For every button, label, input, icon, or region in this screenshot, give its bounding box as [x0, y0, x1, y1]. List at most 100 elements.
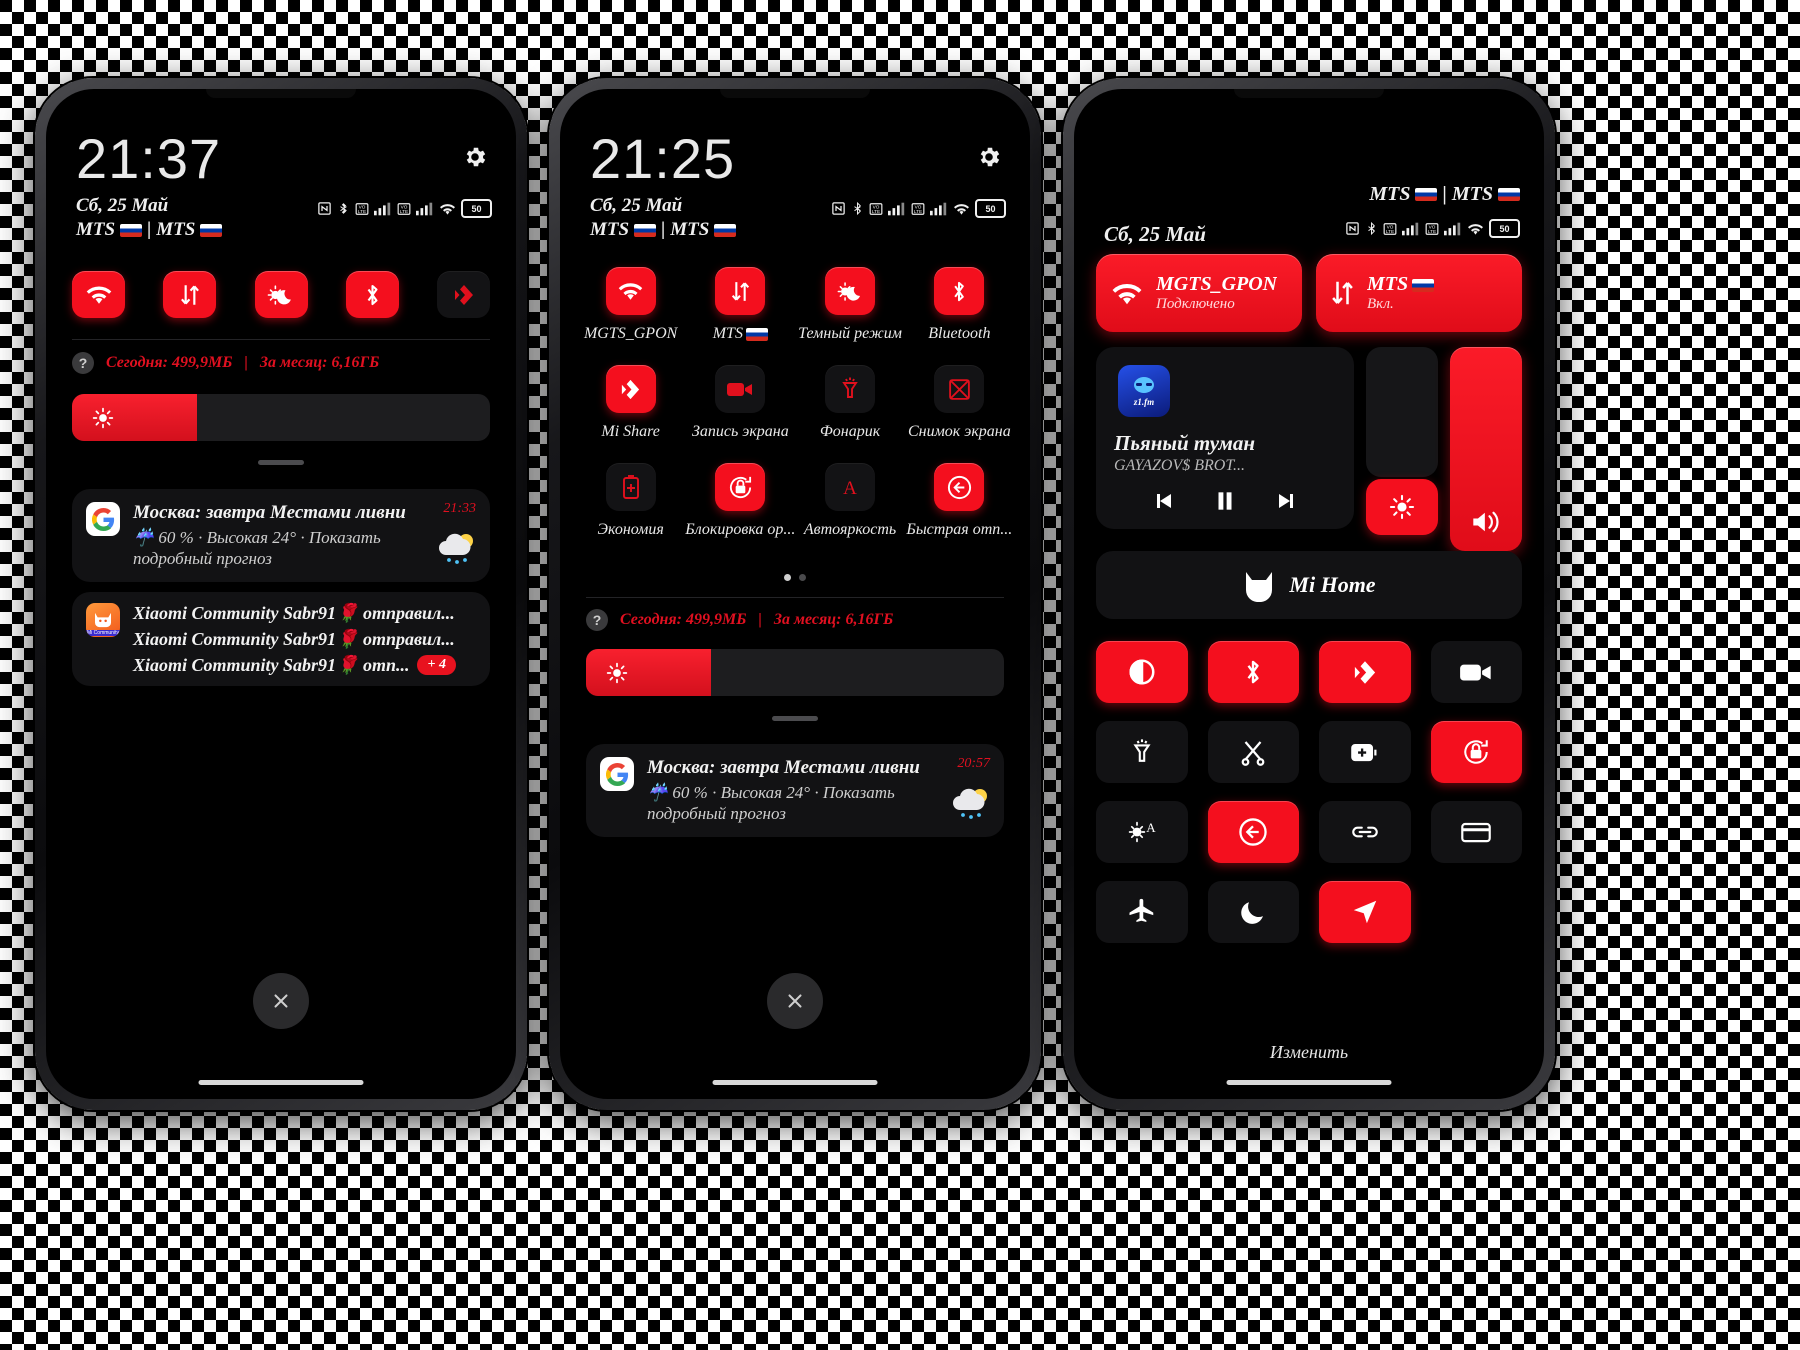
- tile-mobile-data[interactable]: [715, 267, 766, 315]
- grid-tile-mi-share[interactable]: [1319, 641, 1411, 703]
- phone-1-notification-shade: 21:37 Сб, 25 Май MTS | MTS VOLTE VOLTE: [35, 78, 527, 1110]
- grid-tile-airplane-mode[interactable]: [1096, 881, 1188, 943]
- close-icon: [274, 994, 288, 1008]
- mi-home-banner[interactable]: Mi Home: [1096, 551, 1522, 619]
- notification-google-weather[interactable]: Москва: завтра Местами ливни ☔ 60 % · Вы…: [586, 744, 1004, 838]
- quick-tile-mi-share[interactable]: [437, 271, 490, 318]
- page-dot-2[interactable]: [799, 574, 806, 581]
- tile-cell-battery-saver[interactable]: Экономия: [576, 463, 685, 539]
- tile-screen-record[interactable]: [715, 365, 766, 413]
- tile-flashlight[interactable]: [825, 365, 876, 413]
- tile-auto-brightness[interactable]: A: [825, 463, 876, 511]
- tile-cell-mi-share[interactable]: Mi Share: [576, 365, 685, 441]
- flag-ru-icon: [1498, 188, 1520, 201]
- tile-cell-screenshot[interactable]: Снимок экрана: [905, 365, 1014, 441]
- tile-cell-dark-mode[interactable]: Темный режим: [795, 267, 904, 343]
- volte-sim1-icon: VOLTE: [355, 202, 369, 215]
- grid-tile-cast-link[interactable]: [1319, 801, 1411, 863]
- grid-tile-rotation-lock[interactable]: [1430, 721, 1522, 783]
- date-label: Сб, 25 Май: [590, 195, 683, 216]
- tile-cell-mobile-data[interactable]: MTS: [685, 267, 795, 343]
- grid-tile-screenshot[interactable]: [1207, 721, 1299, 783]
- notification-lines: Xiaomi Community Sabr91🌹 отправил... Xia…: [133, 603, 476, 676]
- grid-tile-dark-mode[interactable]: [1096, 641, 1188, 703]
- clear-all-notifications-button[interactable]: [253, 973, 309, 1029]
- mi-share-icon: [1354, 660, 1375, 684]
- phone-3-screen: MTS | MTS Сб, 25 Май VO LTE VO LTE 50 MG…: [1074, 89, 1544, 1099]
- settings-gear-button[interactable]: [462, 144, 488, 175]
- wifi-status-icon: [440, 203, 455, 215]
- bluetooth-icon: [854, 201, 861, 216]
- volume-slider[interactable]: [1450, 347, 1522, 551]
- grid-tile-battery-saver[interactable]: [1319, 721, 1411, 783]
- media-player-card[interactable]: z1.fm Пьяный туман GAYAZOV$ BROT...: [1096, 347, 1354, 529]
- battery-indicator: 50: [461, 199, 492, 218]
- close-icon: [788, 994, 802, 1008]
- tile-cell-quick-reply[interactable]: Быстрая отп...: [905, 463, 1014, 539]
- tile-battery-saver[interactable]: [605, 463, 656, 511]
- tile-quick-reply[interactable]: [934, 463, 985, 511]
- brightness-slider-track[interactable]: [1366, 347, 1438, 477]
- grid-tile-auto-brightness[interactable]: A: [1096, 801, 1188, 863]
- quick-tile-dark-mode[interactable]: [254, 271, 308, 318]
- page-dot-1[interactable]: [784, 574, 791, 581]
- carrier-2-label: MTS: [156, 219, 196, 240]
- tile-rotation-lock[interactable]: [715, 463, 766, 511]
- shade-grabber[interactable]: [258, 460, 304, 465]
- clear-all-notifications-button[interactable]: [767, 973, 823, 1029]
- big-tile-mobile-data[interactable]: MTS Вкл.: [1316, 254, 1522, 332]
- previous-track-button[interactable]: [1150, 489, 1176, 513]
- help-icon[interactable]: ?: [586, 609, 608, 631]
- grid-tile-do-not-disturb[interactable]: [1207, 881, 1299, 943]
- carrier-labels: MTS | MTS: [590, 219, 737, 241]
- settings-gear-button[interactable]: [976, 144, 1002, 175]
- battery-indicator: 50: [975, 199, 1006, 218]
- tile-bluetooth[interactable]: [934, 267, 985, 315]
- big-tile-text: MTS Вкл.: [1367, 273, 1435, 313]
- grid-tile-bluetooth[interactable]: [1207, 641, 1299, 703]
- scissors-screenshot-icon: [1241, 741, 1265, 766]
- big-tile-text: MGTS_GPON Подключено: [1156, 273, 1277, 313]
- notification-xiaomi-community[interactable]: Mi Community Xiaomi Community Sabr91🌹 от…: [72, 592, 490, 687]
- notification-title: Москва: завтра Местами ливни: [133, 502, 406, 523]
- edit-row[interactable]: Изменить: [1074, 1042, 1544, 1063]
- tile-wifi[interactable]: [605, 267, 656, 315]
- data-usage-row[interactable]: ? Сегодня: 499,9МБ | За месяц: 6,16ГБ: [586, 609, 893, 631]
- pause-button[interactable]: [1212, 487, 1238, 515]
- grid-tile-location[interactable]: [1319, 881, 1411, 943]
- grid-tile-wallet[interactable]: [1430, 801, 1522, 863]
- brightness-slider-thumb[interactable]: [1366, 479, 1438, 535]
- big-tile-wifi[interactable]: MGTS_GPON Подключено: [1096, 254, 1302, 332]
- tile-screenshot[interactable]: [934, 365, 985, 413]
- tile-cell-flashlight[interactable]: Фонарик: [795, 365, 904, 441]
- quick-reply-icon: [1239, 818, 1267, 846]
- carrier-divider: |: [1442, 183, 1447, 205]
- grid-tile-flashlight[interactable]: [1096, 721, 1188, 783]
- tile-cell-rotation-lock[interactable]: Блокировка ор...: [685, 463, 795, 539]
- brightness-slider[interactable]: [586, 649, 1004, 696]
- next-track-button[interactable]: [1274, 489, 1300, 513]
- scissors-screenshot-icon: [949, 378, 970, 400]
- grid-tile-quick-reply[interactable]: [1207, 801, 1299, 863]
- data-usage-row[interactable]: ? Сегодня: 499,9МБ | За месяц: 6,16ГБ: [72, 352, 379, 374]
- link-icon: [1351, 826, 1378, 838]
- tile-cell-auto-brightness[interactable]: A Автояркость: [795, 463, 904, 539]
- brightness-slider[interactable]: [72, 394, 490, 441]
- quick-tile-mobile-data[interactable]: [163, 271, 217, 318]
- screenshot-stage: 21:37 Сб, 25 Май MTS | MTS VOLTE VOLTE: [0, 0, 1800, 1350]
- shade-grabber[interactable]: [772, 716, 818, 721]
- carrier-labels: MTS | MTS: [76, 219, 223, 241]
- quick-tile-bluetooth[interactable]: [345, 271, 399, 318]
- help-icon[interactable]: ?: [72, 352, 94, 374]
- tile-dark-mode[interactable]: [825, 267, 876, 315]
- data-today-label: Сегодня: 499,9МБ: [106, 354, 233, 371]
- quick-tile-wifi[interactable]: [72, 271, 125, 318]
- tile-cell-wifi[interactable]: MGTS_GPON: [576, 267, 685, 343]
- brightness-slider-fill: [586, 649, 712, 696]
- tile-cell-screen-record[interactable]: Запись экрана: [685, 365, 795, 441]
- tile-cell-bluetooth[interactable]: Bluetooth: [905, 267, 1014, 343]
- tile-mi-share[interactable]: [605, 365, 656, 413]
- page-indicator-dots[interactable]: [560, 574, 1030, 581]
- grid-tile-screen-record[interactable]: [1430, 641, 1522, 703]
- notification-google-weather[interactable]: Москва: завтра Местами ливни ☔ 60 % · Вы…: [72, 489, 490, 583]
